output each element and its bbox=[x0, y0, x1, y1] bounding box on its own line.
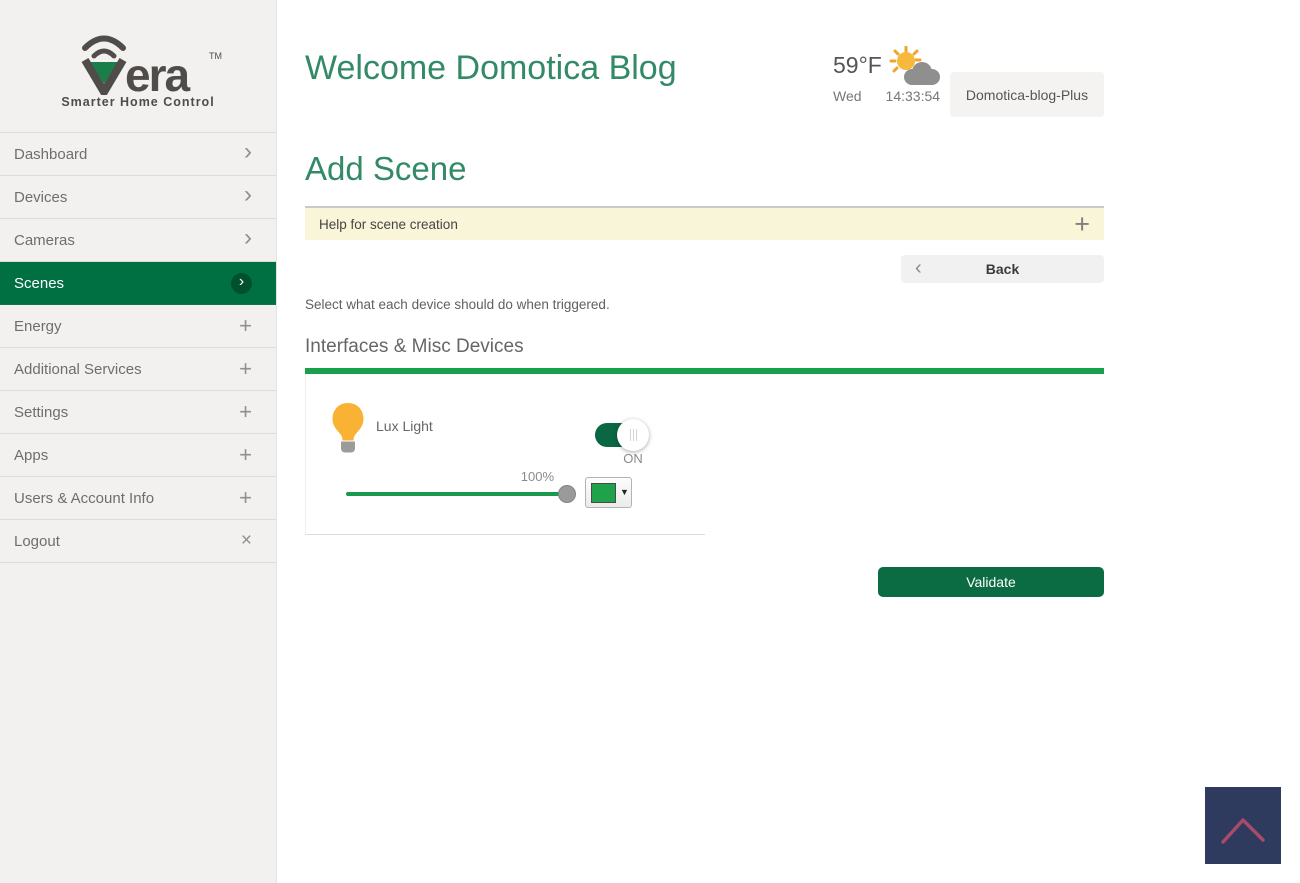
sidebar-item-dashboard[interactable]: Dashboard › bbox=[0, 133, 276, 176]
sidebar-item-label: Additional Services bbox=[14, 361, 142, 378]
help-bar-label: Help for scene creation bbox=[319, 217, 458, 232]
partly-cloudy-icon bbox=[889, 46, 941, 88]
sidebar-item-cameras[interactable]: Cameras › bbox=[0, 219, 276, 262]
main-content: Welcome Domotica Blog 59°F bbox=[277, 0, 1300, 883]
vera-logo: era TM Smarter Home Control bbox=[0, 0, 276, 132]
sidebar-item-label: Dashboard bbox=[14, 146, 87, 163]
sidebar-item-label: Apps bbox=[14, 447, 48, 464]
expand-plus-icon[interactable]: + bbox=[1074, 211, 1090, 238]
device-card: Lux Light ON 100% ▼ bbox=[305, 374, 705, 535]
sidebar-item-label: Logout bbox=[14, 533, 60, 550]
page-title: Add Scene bbox=[305, 150, 466, 188]
plus-icon: + bbox=[239, 316, 252, 336]
chevron-up-icon bbox=[1215, 804, 1271, 848]
back-button[interactable]: ‹ Back bbox=[901, 255, 1104, 283]
plus-icon: + bbox=[239, 488, 252, 508]
brightness-value: 100% bbox=[496, 469, 554, 484]
weather-day: Wed bbox=[833, 88, 862, 104]
lightbulb-icon bbox=[331, 402, 365, 454]
sidebar-item-logout[interactable]: Logout × bbox=[0, 520, 276, 563]
chevron-right-icon: › bbox=[244, 228, 252, 252]
plus-icon: + bbox=[239, 445, 252, 465]
sidebar-item-additional-services[interactable]: Additional Services + bbox=[0, 348, 276, 391]
instruction-text: Select what each device should do when t… bbox=[305, 297, 610, 312]
chevron-left-icon: ‹ bbox=[915, 258, 922, 281]
sidebar-item-label: Energy bbox=[14, 318, 62, 335]
sidebar-item-label: Scenes bbox=[14, 275, 64, 292]
welcome-heading: Welcome Domotica Blog bbox=[305, 50, 685, 86]
sidebar: era TM Smarter Home Control Dashboard›De… bbox=[0, 0, 277, 883]
plus-icon: + bbox=[239, 402, 252, 422]
sidebar-item-scenes[interactable]: Scenes › bbox=[0, 262, 276, 305]
validate-button[interactable]: Validate bbox=[878, 567, 1104, 597]
sidebar-item-label: Users & Account Info bbox=[14, 490, 154, 507]
corner-chevron-up-button[interactable] bbox=[1205, 787, 1281, 864]
sidebar-item-label: Cameras bbox=[14, 232, 75, 249]
sidebar-menu: Dashboard › Devices › Cameras › Scenes › Energy +… bbox=[0, 132, 276, 563]
sidebar-item-energy[interactable]: Energy + bbox=[0, 305, 276, 348]
section-title: Interfaces & Misc Devices bbox=[305, 336, 524, 358]
device-power-toggle[interactable] bbox=[595, 423, 637, 447]
sidebar-item-label: Settings bbox=[14, 404, 68, 421]
vera-logo-icon: era TM bbox=[49, 31, 227, 95]
plus-icon: + bbox=[239, 359, 252, 379]
color-picker-dropdown[interactable]: ▼ bbox=[585, 477, 632, 508]
sidebar-item-label: Devices bbox=[14, 189, 67, 206]
dropdown-arrow-icon: ▼ bbox=[620, 488, 629, 497]
weather-time: 14:33:54 bbox=[886, 88, 941, 104]
sidebar-item-settings[interactable]: Settings + bbox=[0, 391, 276, 434]
svg-text:era: era bbox=[125, 49, 190, 95]
controller-select-button[interactable]: Domotica-blog-Plus bbox=[950, 72, 1104, 117]
chevron-right-icon: › bbox=[244, 142, 252, 166]
chevron-right-icon: › bbox=[244, 185, 252, 209]
toggle-state-label: ON bbox=[611, 451, 655, 466]
brightness-slider[interactable] bbox=[346, 492, 567, 496]
color-swatch bbox=[591, 483, 616, 503]
sidebar-item-devices[interactable]: Devices › bbox=[0, 176, 276, 219]
back-button-label: Back bbox=[986, 261, 1019, 277]
toggle-knob[interactable] bbox=[617, 419, 649, 451]
close-icon: × bbox=[241, 531, 252, 551]
help-bar[interactable]: Help for scene creation + bbox=[305, 206, 1104, 240]
slider-handle[interactable] bbox=[558, 485, 576, 503]
chevron-right-circle-icon: › bbox=[231, 273, 252, 294]
sidebar-item-apps[interactable]: Apps + bbox=[0, 434, 276, 477]
device-name: Lux Light bbox=[376, 418, 433, 434]
sidebar-item-users-account-info[interactable]: Users & Account Info + bbox=[0, 477, 276, 520]
svg-text:TM: TM bbox=[209, 51, 222, 61]
temperature: 59°F bbox=[833, 46, 882, 79]
logo-tagline: Smarter Home Control bbox=[61, 95, 214, 109]
